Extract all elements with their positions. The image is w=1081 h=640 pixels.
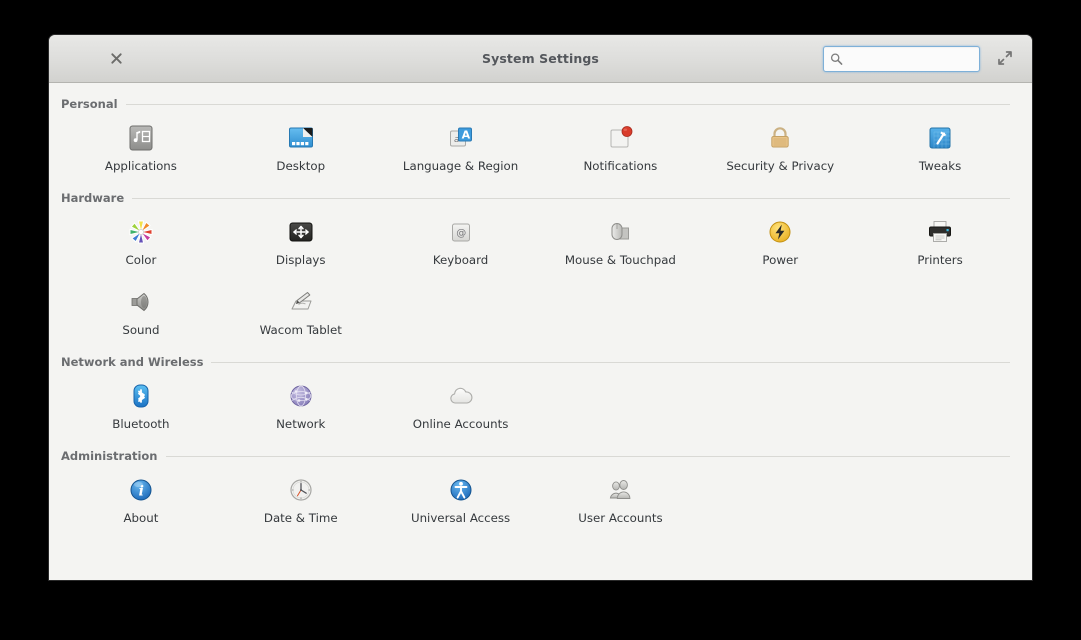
settings-item-online-accounts[interactable]: Online Accounts (381, 373, 541, 443)
wacom-tablet-icon (284, 285, 318, 319)
about-icon: i (124, 473, 158, 507)
settings-item-label: Displays (275, 253, 326, 267)
settings-item-label: Printers (917, 253, 963, 267)
group-divider (125, 103, 1010, 105)
group-grid: Applications Desktop a A Language & Regi… (49, 115, 1032, 185)
date-time-icon (284, 473, 318, 507)
group-grid: Color Displays @ Keyboard Mouse & Touchp… (49, 209, 1032, 349)
settings-item-label: Universal Access (410, 511, 511, 525)
group-divider (132, 197, 1010, 199)
settings-item-label: About (123, 511, 159, 525)
group-network-and-wireless: Network and Wireless Bluetooth Network O… (49, 351, 1032, 443)
language-region-icon: a A (444, 121, 478, 155)
settings-item-power[interactable]: Power (700, 209, 860, 279)
group-header: Personal (49, 93, 1032, 115)
settings-item-label: Online Accounts (412, 417, 509, 431)
sound-icon (124, 285, 158, 319)
svg-text:A: A (461, 129, 470, 142)
settings-item-about[interactable]: i About (61, 467, 221, 537)
network-icon (284, 379, 318, 413)
settings-item-date-time[interactable]: Date & Time (221, 467, 381, 537)
settings-item-label: Notifications (583, 159, 658, 173)
settings-item-label: Wacom Tablet (259, 323, 342, 337)
svg-text:@: @ (456, 228, 466, 239)
search-box[interactable] (823, 45, 980, 72)
settings-item-label: Tweaks (918, 159, 962, 173)
settings-item-applications[interactable]: Applications (61, 115, 221, 185)
settings-item-security-privacy[interactable]: Security & Privacy (700, 115, 860, 185)
settings-item-keyboard[interactable]: @ Keyboard (381, 209, 541, 279)
group-header: Hardware (49, 187, 1032, 209)
group-header: Administration (49, 445, 1032, 467)
bluetooth-icon (124, 379, 158, 413)
notifications-icon (603, 121, 637, 155)
group-title: Personal (61, 97, 118, 111)
security-privacy-icon (763, 121, 797, 155)
group-divider (165, 455, 1010, 457)
group-header: Network and Wireless (49, 351, 1032, 373)
settings-item-label: Mouse & Touchpad (564, 253, 676, 267)
settings-item-displays[interactable]: Displays (221, 209, 381, 279)
group-hardware: Hardware Color Displays @ Keyboard Mouse… (49, 187, 1032, 349)
search-input[interactable] (823, 45, 980, 72)
settings-item-label: Security & Privacy (726, 159, 835, 173)
color-icon (124, 215, 158, 249)
svg-text:i: i (139, 484, 144, 500)
desktop-icon (284, 121, 318, 155)
settings-item-desktop[interactable]: Desktop (221, 115, 381, 185)
power-icon (763, 215, 797, 249)
settings-item-bluetooth[interactable]: Bluetooth (61, 373, 221, 443)
close-icon[interactable] (107, 50, 125, 68)
printers-icon (923, 215, 957, 249)
applications-icon (124, 121, 158, 155)
user-accounts-icon (603, 473, 637, 507)
settings-item-tweaks[interactable]: Tweaks (860, 115, 1020, 185)
settings-item-printers[interactable]: Printers (860, 209, 1020, 279)
group-grid: Bluetooth Network Online Accounts (49, 373, 1032, 443)
settings-item-color[interactable]: Color (61, 209, 221, 279)
settings-item-universal-access[interactable]: Universal Access (381, 467, 541, 537)
universal-access-icon (444, 473, 478, 507)
group-administration: Administration i About Date & Time Unive… (49, 445, 1032, 537)
settings-item-wacom-tablet[interactable]: Wacom Tablet (221, 279, 381, 349)
settings-item-label: User Accounts (578, 511, 663, 525)
group-grid: i About Date & Time Universal Access Use… (49, 467, 1032, 537)
maximize-icon[interactable] (996, 49, 1016, 69)
settings-panels: Personal Applications Desktop a A Langua… (49, 83, 1032, 580)
window-titlebar: System Settings (49, 35, 1032, 83)
settings-item-label: Desktop (276, 159, 326, 173)
group-personal: Personal Applications Desktop a A Langua… (49, 93, 1032, 185)
settings-item-user-accounts[interactable]: User Accounts (540, 467, 700, 537)
settings-item-label: Bluetooth (112, 417, 170, 431)
displays-icon (284, 215, 318, 249)
group-divider (211, 361, 1010, 363)
settings-item-label: Network (276, 417, 326, 431)
settings-item-notifications[interactable]: Notifications (540, 115, 700, 185)
group-title: Administration (61, 449, 158, 463)
group-title: Network and Wireless (61, 355, 204, 369)
settings-item-label: Power (762, 253, 799, 267)
tweaks-icon (923, 121, 957, 155)
mouse-touchpad-icon (603, 215, 637, 249)
settings-item-language-region[interactable]: a A Language & Region (381, 115, 541, 185)
settings-item-label: Date & Time (263, 511, 338, 525)
group-title: Hardware (61, 191, 125, 205)
settings-item-label: Color (125, 253, 157, 267)
settings-item-label: Language & Region (402, 159, 519, 173)
settings-item-mouse-touchpad[interactable]: Mouse & Touchpad (540, 209, 700, 279)
settings-item-label: Keyboard (432, 253, 489, 267)
settings-item-label: Sound (122, 323, 160, 337)
system-settings-window: System Settings Personal Applications De… (49, 35, 1032, 580)
settings-item-label: Applications (104, 159, 177, 173)
keyboard-icon: @ (444, 215, 478, 249)
online-accounts-icon (444, 379, 478, 413)
settings-item-sound[interactable]: Sound (61, 279, 221, 349)
settings-item-network[interactable]: Network (221, 373, 381, 443)
